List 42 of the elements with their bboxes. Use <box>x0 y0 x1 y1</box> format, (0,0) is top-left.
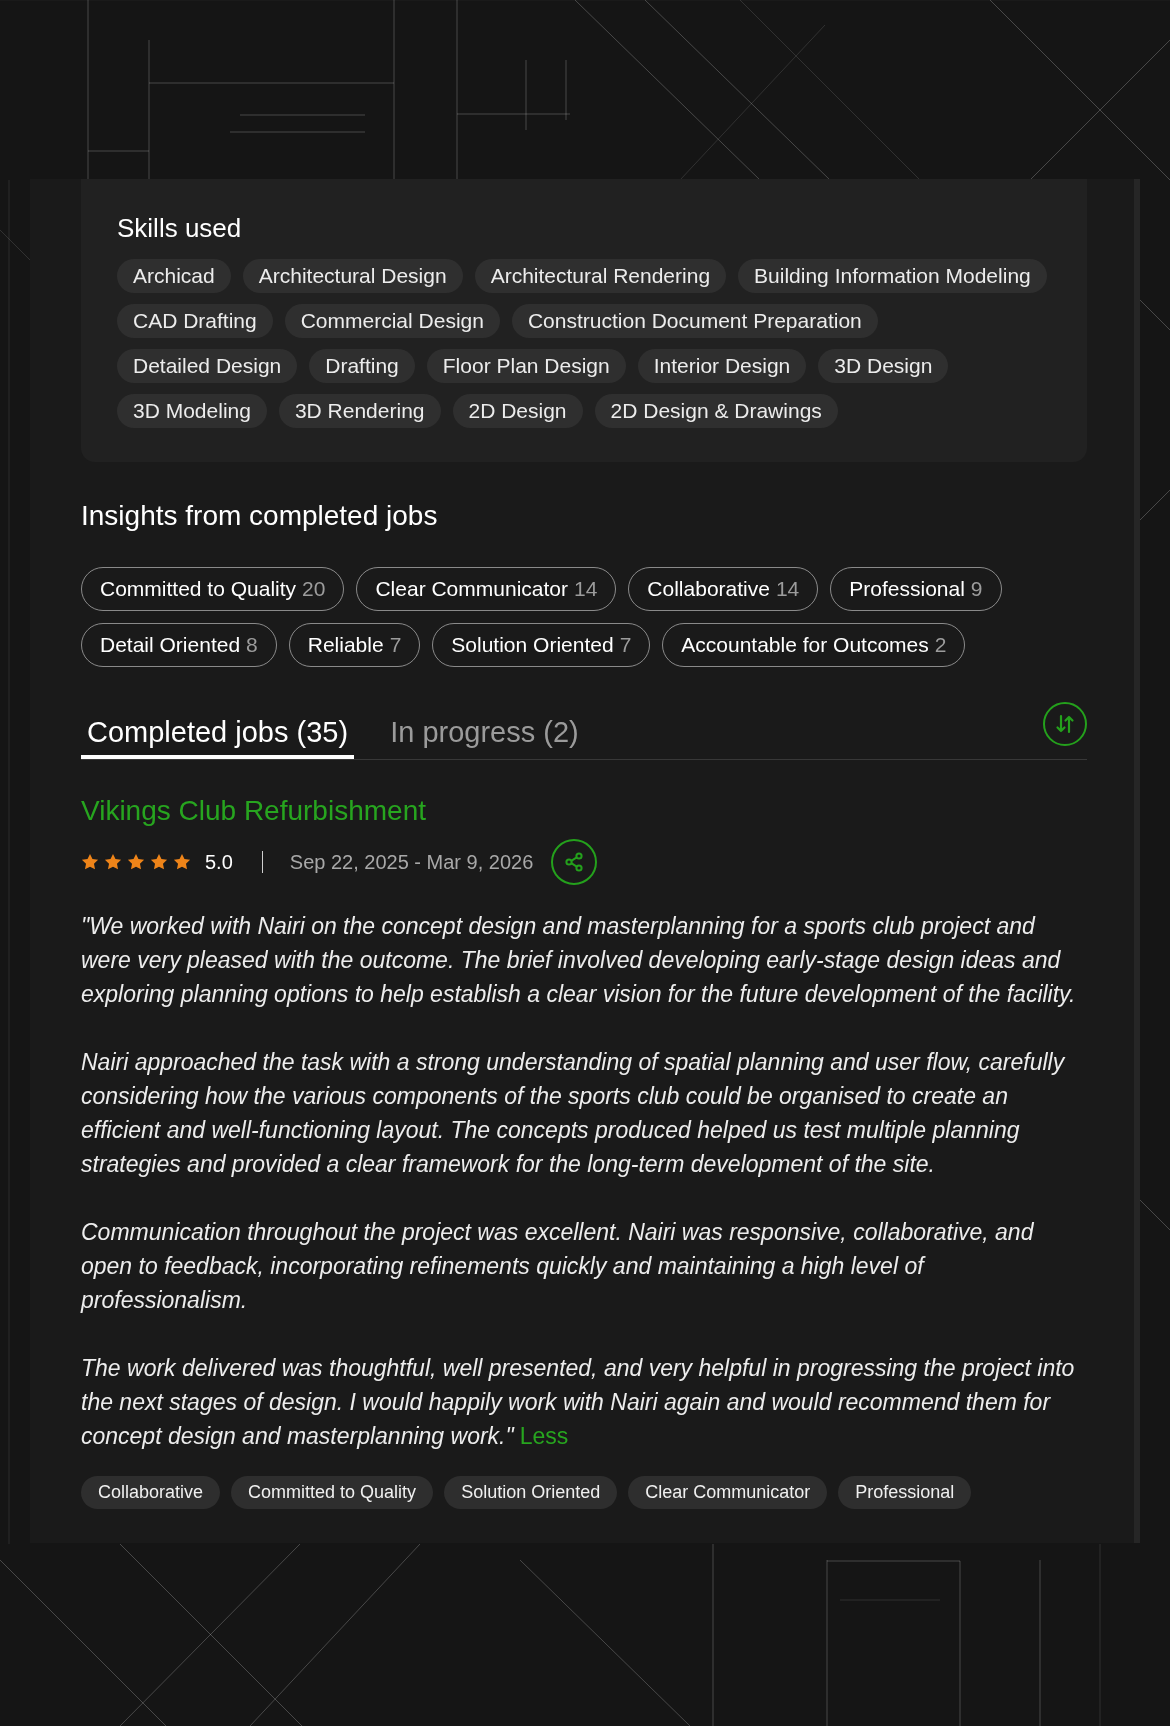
feedback-tag: Professional <box>838 1476 972 1509</box>
skill-tag: Floor Plan Design <box>426 349 626 383</box>
sort-icon <box>1054 713 1076 735</box>
skill-tag: 3D Modeling <box>117 394 267 428</box>
skill-tag: Construction Document Preparation <box>511 304 878 338</box>
star-icon <box>127 853 145 871</box>
star-icon <box>104 853 122 871</box>
skill-tag: CAD Drafting <box>117 304 273 338</box>
review-paragraph: Nairi approached the task with a strong understanding of spatial planning and user flow, carefully considering how the various components of the sports club could be organised to create an efficient and well-functioning layout. The concepts produced helped us test multiple planning strategies and provided a clear framework for the long-term development of the site. <box>81 1048 1066 1179</box>
skill-tag: 2D Design <box>452 394 583 428</box>
skill-tag: Commercial Design <box>284 304 500 338</box>
skill-tag: Interior Design <box>637 349 807 383</box>
skill-tag: Detailed Design <box>117 349 298 383</box>
job-title-link[interactable]: Vikings Club Refurbishment <box>81 794 426 828</box>
skill-tag: 3D Design <box>818 349 949 383</box>
skill-tag: Building Information Modeling <box>738 259 1047 293</box>
star-icon <box>81 853 99 871</box>
feedback-tag: Clear Communicator <box>628 1476 828 1509</box>
skill-tag: 3D Rendering <box>278 394 441 428</box>
review-paragraph: The work delivered was thoughtful, well presented, and very helpful in progressing the project into the next stages of design. I would happily work with Nairi again and would recommend them for concept design and masterplanning work." Less <box>81 1351 1087 1453</box>
section-title: Skills used <box>117 213 242 243</box>
share-icon <box>564 852 585 872</box>
feedback-tag: Committed to Quality <box>231 1476 434 1509</box>
skill-tag: Drafting <box>309 349 415 383</box>
star-icon <box>150 853 168 871</box>
skill-tag: Architectural Design <box>242 259 463 293</box>
section-title: Insights from completed jobs <box>81 499 438 533</box>
review-paragraph: Communication throughout the project was excellent. Nairi was responsive, collaborative, and open to feedback, incorporating refinements quickly and maintaining a high level of professionalism. <box>81 1218 1035 1315</box>
review-paragraph: "We worked with Nairi on the concept design and masterplanning for a sports club project and were very pleased with the outcome. The brief involved developing early-stage design ideas and exploring planning options to help establish a clear vision for the future development of the facility. <box>81 912 1077 1009</box>
star-icon <box>173 853 191 871</box>
date-range: Sep 22, 2025 - Mar 9, 2026 <box>289 850 534 874</box>
rating-score: 5.0 <box>205 850 233 874</box>
feedback-tag: Solution Oriented <box>444 1476 618 1509</box>
skill-tag: 2D Design & Drawings <box>594 394 838 428</box>
skill-tag: Archicad <box>117 259 231 293</box>
skill-tag: Architectural Rendering <box>474 259 727 293</box>
tab[interactable]: In progress (2) <box>384 707 585 759</box>
sort-button[interactable] <box>1043 702 1087 746</box>
share-button[interactable] <box>551 839 598 885</box>
less-link[interactable]: Less <box>519 1419 569 1453</box>
tab[interactable]: Completed jobs (35) <box>81 707 355 759</box>
feedback-tag: Collaborative <box>81 1476 221 1509</box>
